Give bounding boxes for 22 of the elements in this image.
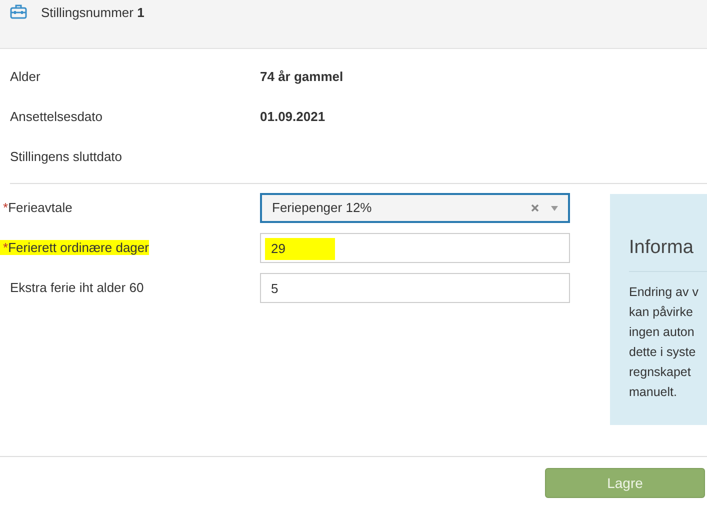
text-field[interactable]: 5 (260, 273, 570, 303)
field-label: *Ferierett ordinære dager (0, 240, 149, 256)
info-text-line: Endring av v (629, 284, 700, 301)
header-title: Stillingsnummer 1 (41, 4, 144, 22)
info-text-line: manuelt. (629, 384, 678, 400)
info-text-line: kan påvirke (629, 304, 694, 321)
dropdown-field[interactable]: Feriepenger 12% (260, 193, 570, 223)
briefcase-icon (10, 4, 27, 19)
field-value: 74 år gammel (260, 68, 344, 86)
text-field[interactable]: 29 (260, 233, 570, 263)
clear-icon[interactable] (531, 204, 539, 212)
field-label: Stillingens sluttdato (10, 148, 124, 166)
field-label: *Ferieavtale (2, 200, 72, 216)
info-title: Informa (629, 234, 707, 272)
info-text-line: dette i syste (629, 344, 697, 361)
field-value: 01.09.2021 (260, 108, 326, 126)
info-text-line: ingen auton (629, 324, 696, 341)
caret-icon[interactable] (551, 206, 558, 210)
field-label: Ekstra ferie iht alder 60 (9, 280, 144, 296)
info-text-line: regnskapet (629, 364, 692, 381)
field-label: Ansettelsesdato (10, 108, 104, 126)
field-label: Alder (10, 68, 42, 86)
